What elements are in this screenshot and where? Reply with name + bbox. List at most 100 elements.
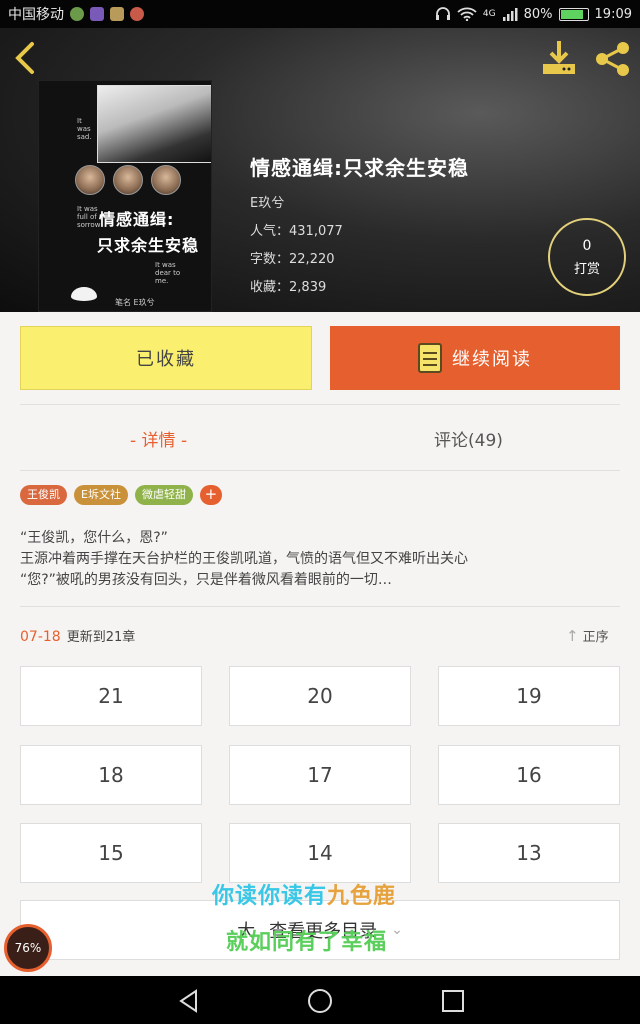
avatar xyxy=(113,165,143,195)
chapter-button[interactable]: 15 xyxy=(20,823,202,883)
app-notification-icon xyxy=(70,7,84,21)
stat-value: 22,220 xyxy=(289,252,335,267)
app-notification-icon xyxy=(130,7,144,21)
tip-button[interactable]: 0 打赏 xyxy=(548,218,626,296)
chapter-number: 16 xyxy=(516,763,542,787)
tag[interactable]: 王俊凯 xyxy=(20,485,67,505)
chapter-number: 13 xyxy=(516,841,542,865)
tip-label: 打赏 xyxy=(573,262,600,277)
synopsis-line: “王俊凯，您什么，恩?” xyxy=(20,530,168,546)
chapter-button[interactable]: 18 xyxy=(20,745,202,805)
update-date: 07-18 xyxy=(20,629,61,645)
add-tag-button[interactable]: + xyxy=(199,485,222,505)
cover-photo xyxy=(97,85,211,163)
divider xyxy=(20,404,620,405)
arrow-up-icon: ↑ xyxy=(566,626,579,645)
chapter-number: 18 xyxy=(98,763,124,787)
chapter-button[interactable]: 13 xyxy=(438,823,620,883)
stat-value: 2,839 xyxy=(289,280,327,295)
back-arrow-icon xyxy=(15,42,34,74)
chapter-button[interactable]: 19 xyxy=(438,666,620,726)
divider xyxy=(20,606,620,607)
triangle-back-icon xyxy=(179,989,197,1013)
book-cover: It was sad. It was full of sorrow 情感通缉: … xyxy=(38,80,212,312)
watermark-part: 九色鹿 xyxy=(327,884,397,909)
synopsis-line: “您?”被吼的男孩没有回头，只是伴着微风看着眼前的一切… xyxy=(20,572,392,588)
clock: 19:09 xyxy=(594,6,632,22)
tag-list: 王俊凯 E坼文社 微虐轻甜 + xyxy=(20,485,222,505)
watermark-text: 就如同有了幸福 xyxy=(226,930,388,955)
share-button[interactable] xyxy=(594,40,632,78)
stat-label: 收藏： xyxy=(250,280,290,295)
watermark-part: 你读你读有 xyxy=(212,884,328,909)
network-type-label: 4G xyxy=(482,9,496,19)
tag[interactable]: 微虐轻甜 xyxy=(134,485,193,505)
tag[interactable]: E坼文社 xyxy=(74,485,128,505)
nav-back-button[interactable] xyxy=(174,986,204,1016)
app-notification-icon xyxy=(110,7,124,21)
chapter-button[interactable]: 21 xyxy=(20,666,202,726)
divider xyxy=(20,470,620,471)
chapter-number: 20 xyxy=(307,684,333,708)
battery-percent: 80% xyxy=(523,6,553,22)
cover-title: 情感通缉: 只求余生安稳 xyxy=(53,207,211,259)
chapter-number: 21 xyxy=(98,684,124,708)
carrier-label: 中国移动 xyxy=(8,7,64,23)
petal-decoration xyxy=(71,287,97,301)
cover-author: 笔名 E玖兮 xyxy=(115,298,155,307)
back-button[interactable] xyxy=(12,40,42,76)
stat-favorites: 收藏：2,839 xyxy=(250,276,326,295)
square-recents-icon xyxy=(442,990,464,1012)
chapter-button[interactable]: 16 xyxy=(438,745,620,805)
avatar xyxy=(75,165,105,195)
collected-button[interactable]: 已收藏 xyxy=(20,326,312,390)
nav-home-button[interactable] xyxy=(305,986,335,1016)
chapter-button[interactable]: 20 xyxy=(229,666,411,726)
update-text: 更新到21章 xyxy=(66,630,136,645)
book-header: It was sad. It was full of sorrow 情感通缉: … xyxy=(0,28,640,312)
tab-details[interactable]: - 详情 - xyxy=(130,418,187,458)
book-title: 情感通缉:只求余生安稳 xyxy=(250,156,469,180)
chapter-number: 15 xyxy=(98,841,124,865)
sort-button[interactable]: ↑ 正序 xyxy=(566,626,609,646)
chevron-down-icon: ⌄ xyxy=(391,922,403,938)
cover-avatars xyxy=(75,165,181,195)
synopsis[interactable]: “王俊凯，您什么，恩?” 王源冲着两手撑在天台护栏的王俊凯吼道，气愤的语气但又不… xyxy=(20,528,622,591)
chapter-button[interactable]: 14 xyxy=(229,823,411,883)
status-bar: 中国移动 4G 80% 19:09 xyxy=(0,0,640,28)
continue-reading-button[interactable]: 继续阅读 xyxy=(330,326,620,390)
cover-text: It was sad. xyxy=(77,117,92,141)
synopsis-line: 王源冲着两手撑在天台护栏的王俊凯吼道，气愤的语气但又不难听出关心 xyxy=(20,551,468,567)
book-icon xyxy=(418,343,442,373)
battery-icon xyxy=(558,7,589,21)
nav-recents-button[interactable] xyxy=(438,986,468,1016)
signal-icon xyxy=(502,8,518,21)
chapter-button[interactable]: 17 xyxy=(229,745,411,805)
cover-title-line: 只求余生安稳 xyxy=(97,236,200,255)
download-icon xyxy=(543,41,575,74)
collected-label: 已收藏 xyxy=(136,349,196,370)
navigation-bar xyxy=(0,976,640,1024)
stat-popularity: 人气：431,077 xyxy=(250,220,343,239)
memory-boost-badge[interactable]: 76% xyxy=(4,924,52,972)
tab-comments[interactable]: 评论(49) xyxy=(434,418,503,458)
circle-home-icon xyxy=(308,989,332,1013)
book-author: E玖兮 xyxy=(250,196,285,211)
stat-value: 431,077 xyxy=(289,224,343,239)
download-button[interactable] xyxy=(540,38,578,78)
chapter-number: 19 xyxy=(516,684,542,708)
sort-label: 正序 xyxy=(582,630,609,645)
tab-label: - 详情 - xyxy=(130,430,188,451)
stat-label: 人气： xyxy=(250,224,290,239)
stat-label: 字数： xyxy=(250,252,290,267)
update-info: 07-18 更新到21章 xyxy=(20,626,135,645)
cover-text: It was dear to me. xyxy=(155,261,181,285)
chapter-number: 14 xyxy=(307,841,333,865)
tab-label: 评论(49) xyxy=(434,430,503,451)
continue-reading-label: 继续阅读 xyxy=(452,349,532,370)
badge-percent: 76% xyxy=(14,941,42,955)
app-notification-icon xyxy=(90,7,104,21)
stat-word-count: 字数：22,220 xyxy=(250,248,335,267)
cover-title-line: 情感通缉: xyxy=(99,210,175,229)
watermark-text: 你读你读有九色鹿 xyxy=(212,878,396,910)
